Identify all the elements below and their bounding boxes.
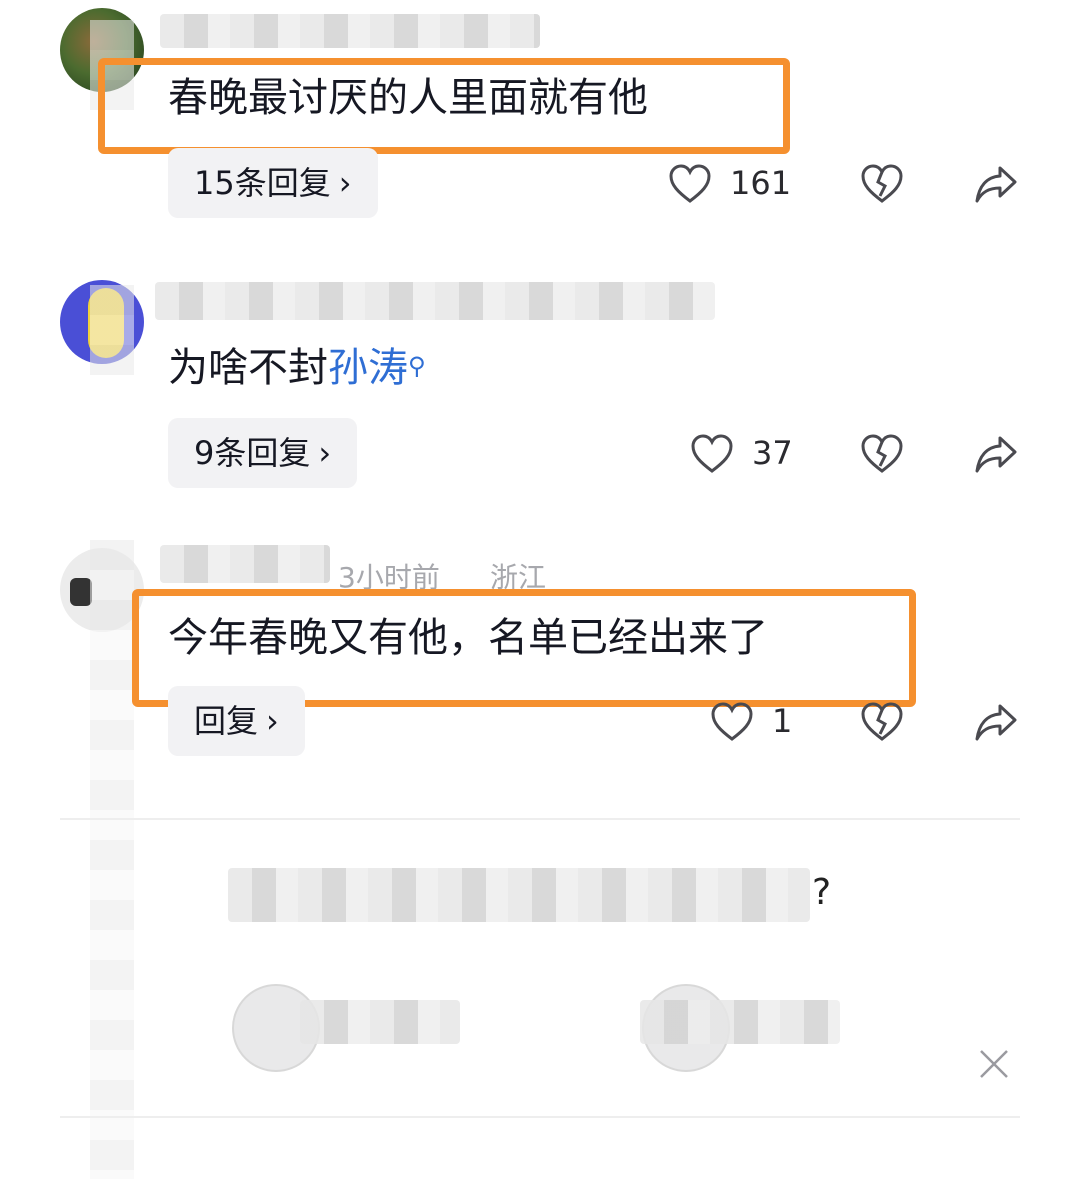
survey-question-end: ? [812, 872, 832, 913]
like-count: 1 [772, 702, 793, 740]
share-arrow-icon[interactable] [974, 700, 1018, 744]
username-redacted [160, 14, 540, 48]
divider [60, 818, 1020, 820]
search-icon: ⚲ [408, 352, 426, 380]
hashtag-link[interactable]: 孙涛⚲ [328, 345, 426, 391]
broken-heart-icon[interactable] [860, 700, 904, 744]
heart-icon[interactable] [690, 432, 734, 476]
close-icon[interactable] [978, 1048, 1010, 1080]
chevron-right-icon: › [338, 164, 352, 202]
divider [60, 1116, 1020, 1118]
view-replies-button[interactable]: 15条回复 › [168, 148, 378, 218]
reply-count-label: 15条回复 [194, 164, 331, 202]
share-arrow-icon[interactable] [974, 162, 1018, 206]
heart-icon[interactable] [668, 162, 712, 206]
pixelated-mask [90, 285, 134, 375]
option-label-redacted [300, 1000, 460, 1044]
reply-button[interactable]: 回复 › [168, 686, 305, 756]
highlight-box [98, 58, 790, 154]
chevron-right-icon: › [266, 702, 279, 740]
view-replies-button[interactable]: 9条回复 › [168, 418, 358, 488]
reply-count-label: 9条回复 [194, 434, 311, 472]
like-count: 161 [730, 164, 792, 202]
username-redacted [160, 545, 330, 583]
broken-heart-icon[interactable] [860, 432, 904, 476]
hashtag-text: 孙涛 [328, 345, 408, 391]
reply-label: 回复 [194, 702, 259, 740]
pixelated-mask [90, 540, 134, 1179]
like-count: 37 [752, 434, 793, 472]
username-redacted [155, 282, 715, 320]
option-label-redacted [640, 1000, 840, 1044]
broken-heart-icon[interactable] [860, 162, 904, 206]
share-arrow-icon[interactable] [974, 432, 1018, 476]
comment-text-prefix: 为啥不封 [168, 345, 328, 391]
chevron-right-icon: › [318, 434, 332, 472]
comment-text: 为啥不封孙涛⚲ [168, 342, 426, 394]
heart-icon[interactable] [710, 700, 754, 744]
survey-question-redacted [228, 868, 810, 922]
